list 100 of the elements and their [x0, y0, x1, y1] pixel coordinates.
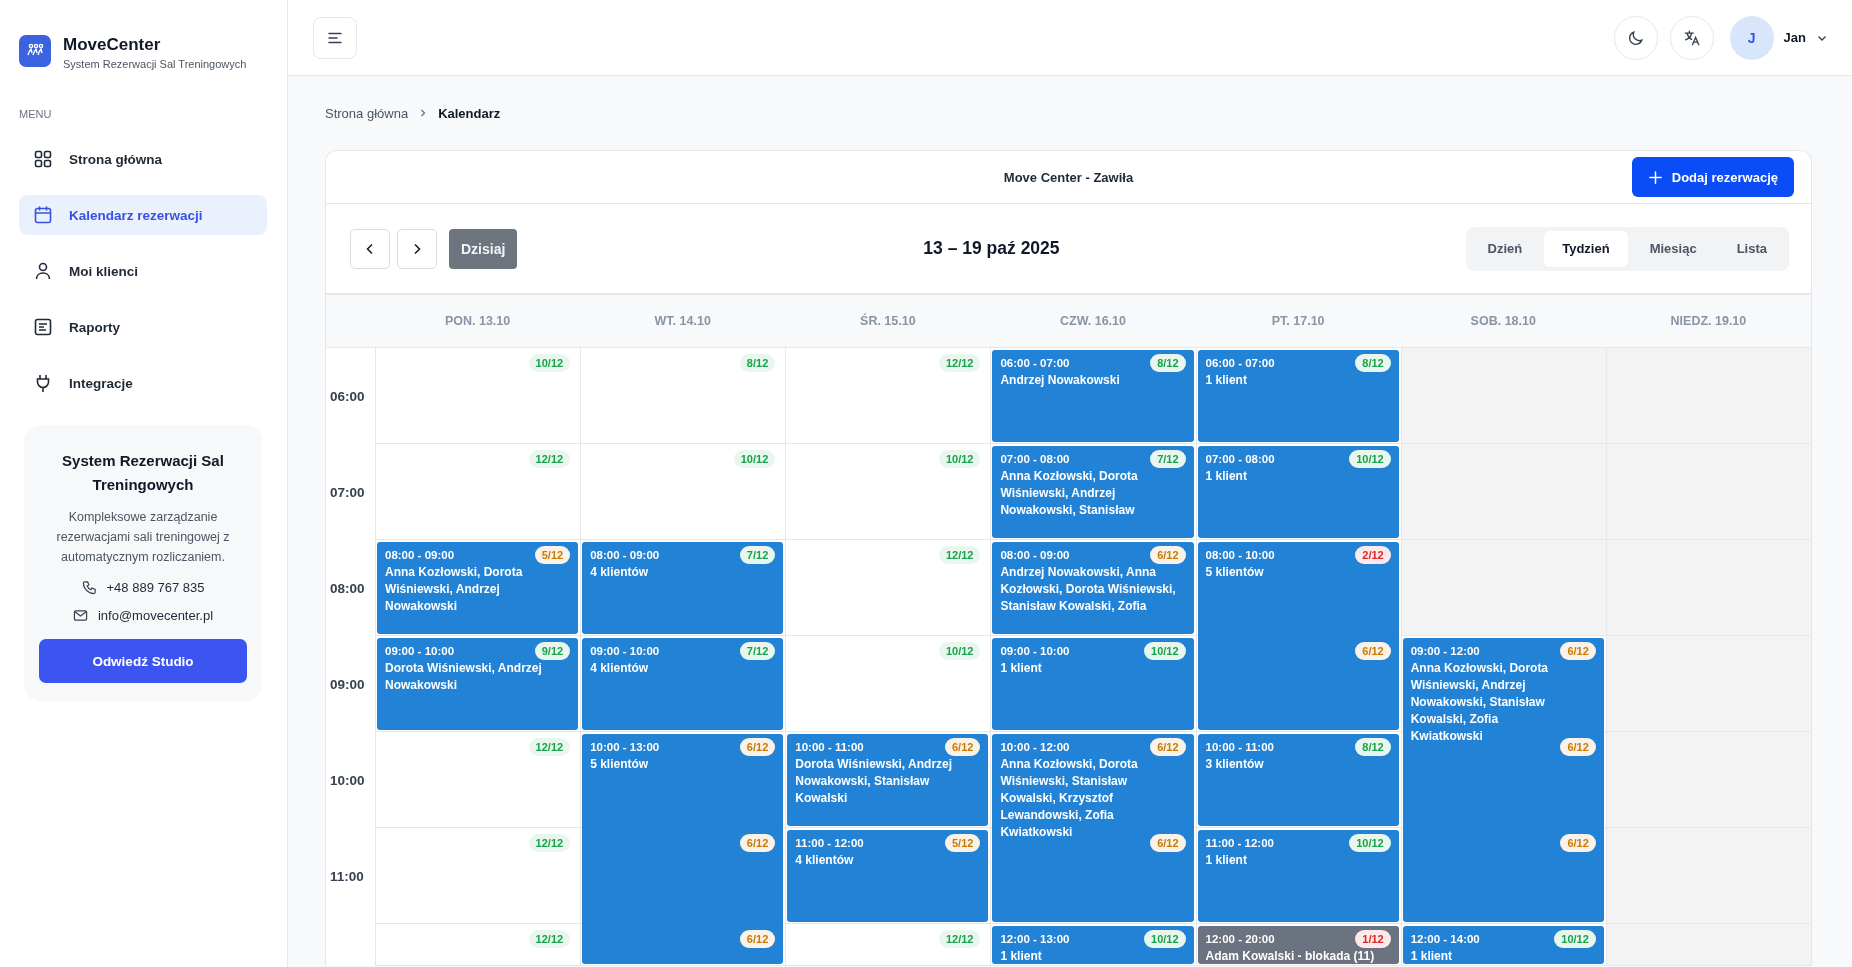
event-time: 06:00 - 07:00 — [1000, 356, 1070, 371]
capacity-badge: 6/12 — [1560, 834, 1596, 852]
time-slot[interactable] — [375, 444, 581, 540]
nav-item[interactable]: Strona główna — [19, 139, 267, 179]
event-time: 11:00 - 12:00 — [795, 836, 864, 851]
breadcrumb-link[interactable]: Kalendarz — [438, 105, 501, 121]
event-clients: 1 klient — [1205, 372, 1248, 389]
previous-button[interactable] — [350, 228, 390, 269]
time-slot[interactable] — [785, 444, 991, 540]
event-clients: Andrzej Nowakowski, Anna Kozłowski, Dorota Wiśniewski, Stanisław Kowalski, Zofia — [1000, 564, 1177, 615]
event-time: 11:00 - 12:00 — [1205, 836, 1274, 851]
nav-item[interactable]: Raporty — [19, 307, 267, 347]
day-header: PT. 17.10 — [1270, 314, 1326, 328]
event-clients: 3 klientów — [1205, 756, 1265, 773]
event-time: 08:00 - 09:00 — [590, 548, 660, 563]
time-slot[interactable] — [785, 540, 991, 636]
time-slot[interactable] — [785, 636, 991, 732]
capacity-badge: 10/12 — [1349, 450, 1391, 468]
capacity-badge: 12/12 — [528, 834, 571, 852]
nav-item[interactable]: Integracje — [19, 363, 267, 403]
next-button[interactable] — [397, 228, 437, 269]
info-title: System Rezerwacji Sal Treningowych — [61, 451, 225, 495]
time-label: 06:00 — [329, 388, 365, 404]
capacity-badge: 10/12 — [528, 354, 571, 372]
time-slot[interactable] — [375, 732, 581, 828]
time-slot[interactable] — [1605, 636, 1811, 732]
time-slot[interactable] — [580, 444, 786, 540]
time-slot[interactable] — [1400, 444, 1606, 540]
event-clients: Anna Kozłowski, Dorota Wiśniewski, Andrzej Nowakowski — [385, 564, 524, 615]
breadcrumb-link[interactable]: Strona główna — [325, 105, 409, 121]
document-icon — [33, 317, 53, 337]
time-slot[interactable] — [375, 924, 581, 966]
capacity-badge: 6/12 — [1150, 738, 1186, 756]
event-clients: 1 klient — [1205, 468, 1248, 485]
event-clients: 1 klient — [1000, 948, 1043, 964]
time-slot[interactable] — [1605, 732, 1811, 828]
time-slot[interactable] — [1400, 540, 1606, 636]
event-clients: 1 klient — [1410, 948, 1454, 964]
nav-item[interactable]: Moi klienci — [19, 251, 267, 291]
time-slot[interactable] — [1605, 924, 1811, 966]
event-time: 08:00 - 10:00 — [1205, 548, 1275, 563]
avatar: J — [1729, 15, 1774, 60]
capacity-badge: 6/12 — [1150, 546, 1186, 564]
view-tab[interactable]: Lista — [1718, 230, 1785, 267]
event-clients: 1 klient — [1205, 852, 1248, 869]
day-header: ŚR. 15.10 — [859, 314, 917, 328]
capacity-badge: 10/12 — [1554, 930, 1596, 948]
capacity-badge: 8/12 — [1150, 354, 1186, 372]
event-clients: 4 klientów — [590, 564, 650, 581]
grid-icon — [33, 149, 53, 169]
capacity-badge: 2/12 — [1355, 546, 1391, 564]
user-icon — [33, 261, 53, 281]
day-header: PON. 13.10 — [443, 314, 512, 328]
time-slot[interactable] — [1605, 828, 1811, 924]
time-slot[interactable] — [1400, 348, 1606, 444]
event-clients: Andrzej Nowakowski — [1000, 372, 1121, 389]
app-name: MoveCenter — [63, 35, 162, 55]
capacity-badge: 10/12 — [733, 450, 776, 468]
add-booking-button[interactable]: Dodaj rezerwację — [1631, 157, 1794, 197]
capacity-badge: 6/12 — [1560, 738, 1596, 756]
nav-item[interactable]: Kalendarz rezerwacji — [19, 195, 267, 235]
time-slot[interactable] — [1605, 540, 1811, 636]
time-slot[interactable] — [785, 924, 991, 966]
capacity-badge: 6/12 — [945, 738, 981, 756]
time-slot[interactable] — [785, 348, 991, 444]
logo-icon — [19, 35, 51, 67]
calendar-icon — [33, 205, 53, 225]
info-description: Kompleksowe zarządzanie rezerwacjami sali treningowej z automatycznym rozliczaniem. — [55, 509, 231, 566]
view-tab[interactable]: Tydzień — [1544, 230, 1628, 267]
day-header: CZW. 16.10 — [1059, 314, 1127, 328]
user-name: Jan — [1783, 30, 1806, 45]
capacity-badge: 12/12 — [528, 738, 571, 756]
day-header: WT. 14.10 — [653, 314, 712, 328]
capacity-badge: 12/12 — [938, 930, 981, 948]
user-menu[interactable]: J Jan — [1729, 15, 1828, 60]
time-label: 08:00 — [329, 580, 365, 596]
view-tab[interactable]: Miesiąc — [1631, 230, 1715, 267]
event-time: 07:00 - 08:00 — [1000, 452, 1070, 467]
view-tab[interactable]: Dzień — [1469, 230, 1541, 267]
menu-button[interactable] — [313, 16, 357, 59]
event-time: 10:00 - 12:00 — [1000, 740, 1070, 755]
capacity-badge: 12/12 — [938, 546, 981, 564]
date-range-title: 13 – 19 paź 2025 — [923, 238, 1060, 259]
event-time: 09:00 - 10:00 — [385, 644, 455, 659]
event-time: 09:00 - 10:00 — [590, 644, 660, 659]
capacity-badge: 10/12 — [938, 450, 981, 468]
event-time: 07:00 - 08:00 — [1205, 452, 1275, 467]
time-slot[interactable] — [375, 828, 581, 924]
capacity-badge: 10/12 — [1144, 642, 1186, 660]
event-time: 06:00 - 07:00 — [1205, 356, 1275, 371]
time-slot[interactable] — [580, 348, 786, 444]
translate-icon — [1682, 28, 1701, 47]
time-slot[interactable] — [375, 348, 581, 444]
event-clients: Dorota Wiśniewski, Andrzej Nowakowski — [385, 660, 543, 694]
event-clients: Adam Kowalski - blokada (11) — [1205, 948, 1376, 964]
visit-studio-button[interactable]: Odwiedź Studio — [39, 639, 247, 683]
capacity-badge: 8/12 — [1355, 354, 1391, 372]
event-time: 12:00 - 14:00 — [1410, 932, 1480, 947]
capacity-badge: 6/12 — [1560, 642, 1596, 660]
capacity-badge: 6/12 — [1150, 834, 1186, 852]
